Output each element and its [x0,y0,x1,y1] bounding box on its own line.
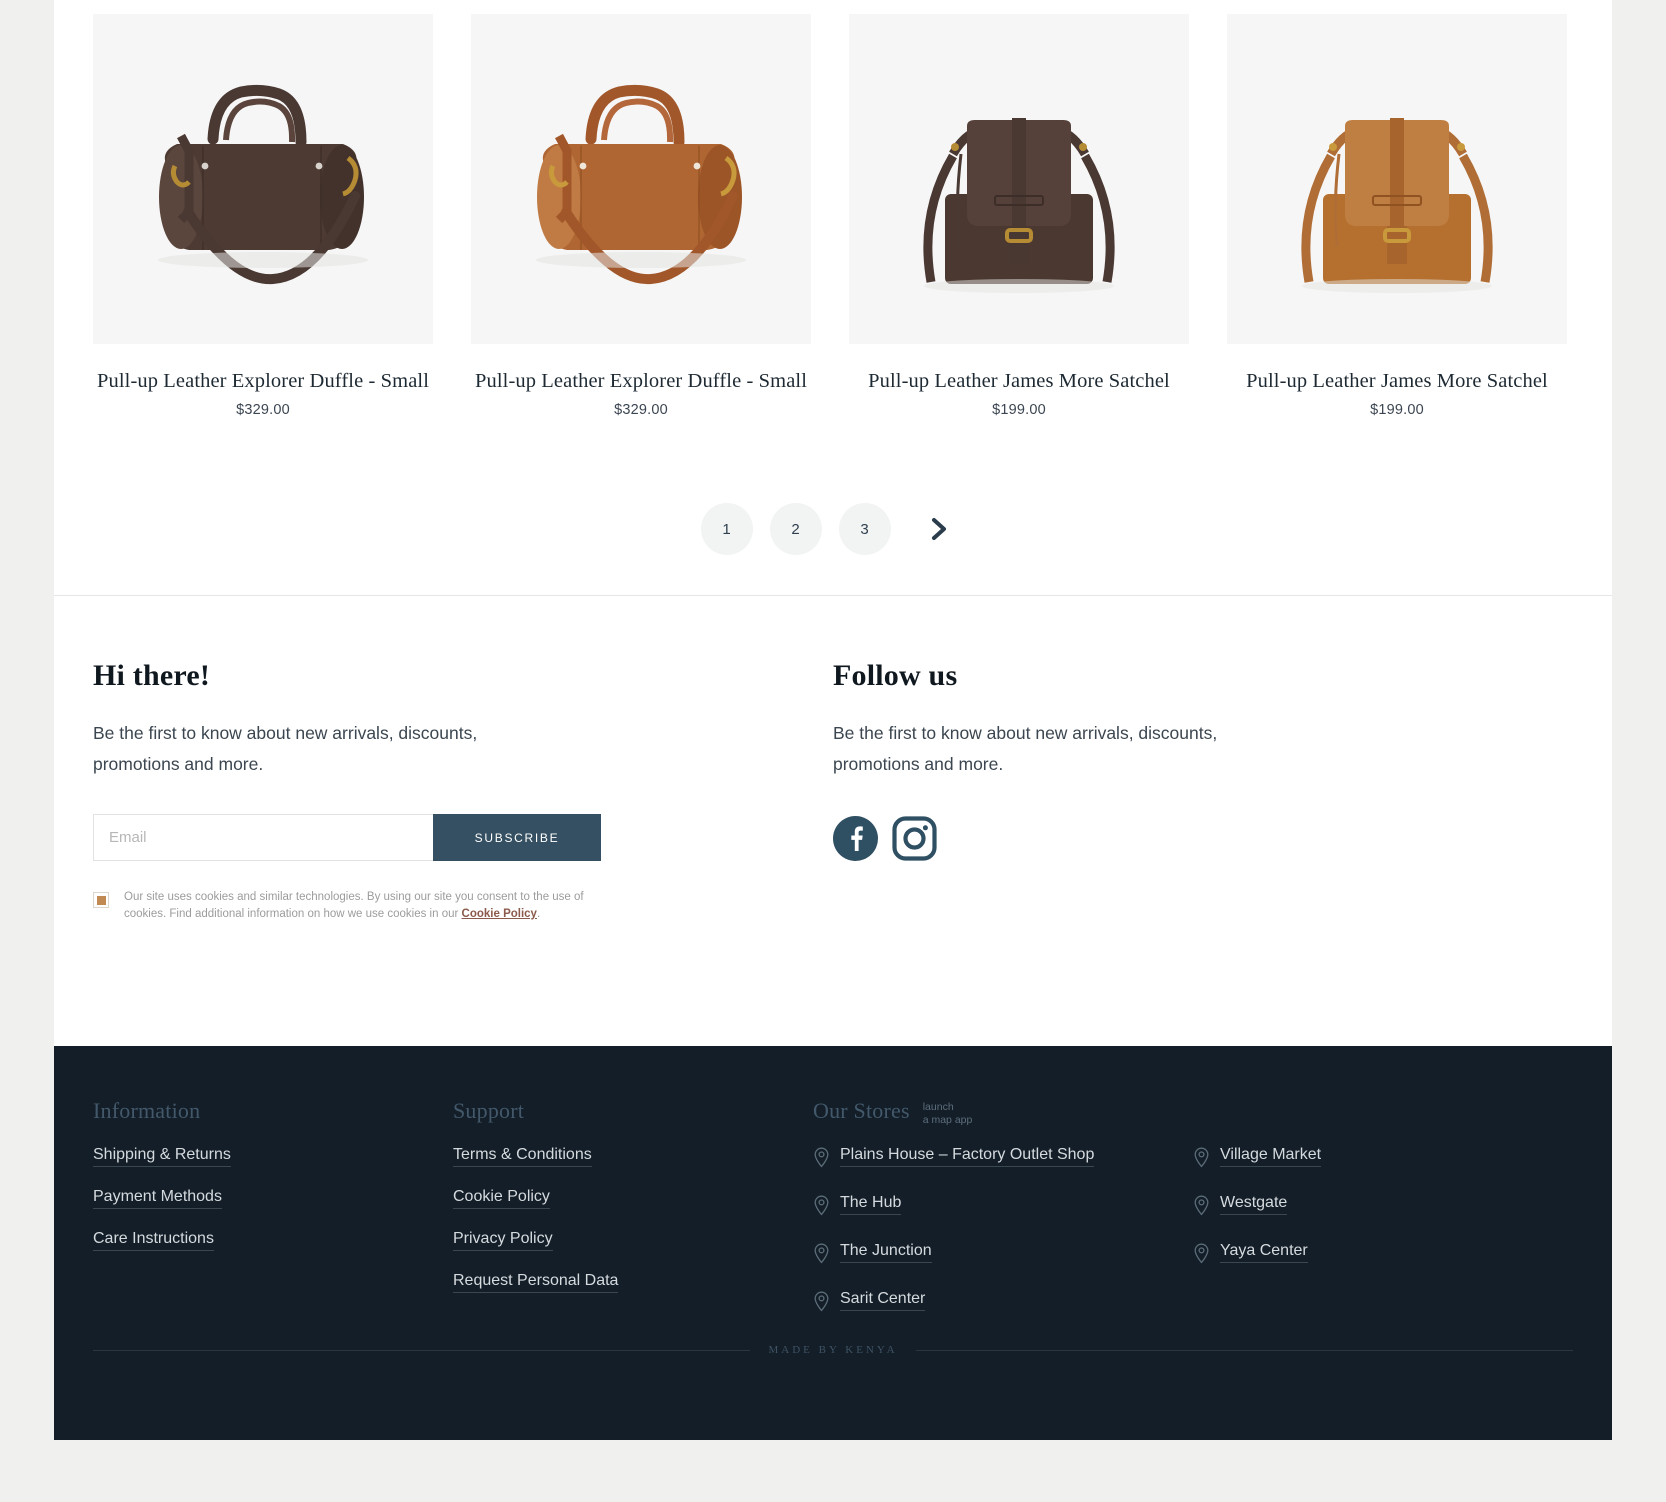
store-name[interactable]: The Hub [840,1194,902,1215]
footer-information-column: Information Shipping & Returns Payment M… [93,1098,453,1338]
product-price: $329.00 [614,402,668,418]
store-item[interactable]: Yaya Center [1193,1242,1573,1269]
newsletter-signup-column: Hi there! Be the first to know about new… [93,659,833,923]
store-item[interactable]: The Hub [813,1194,1193,1221]
product-price: $199.00 [1370,402,1424,418]
store-item[interactable]: Village Market [1193,1146,1573,1173]
store-name[interactable]: Plains House – Factory Outlet Shop [840,1146,1095,1167]
footer-stores-right: Village Market Westgate Yaya Center [1193,1146,1573,1338]
pagination-page-3[interactable]: 3 [838,503,891,555]
page-content: Pull-up Leather Explorer Duffle - Small … [54,0,1612,1440]
product-image-satchel-dark-brown[interactable] [849,14,1189,344]
product-card[interactable]: Pull-up Leather James More Satchel $199.… [849,14,1189,418]
site-footer: Information Shipping & Returns Payment M… [54,1046,1612,1440]
product-title[interactable]: Pull-up Leather Explorer Duffle - Small [93,368,433,395]
product-title[interactable]: Pull-up Leather James More Satchel [849,368,1189,395]
footer-maps-note: launch a map app [923,1101,973,1127]
cookie-consent-row: Our site uses cookies and similar techno… [93,889,593,923]
pagination-page-1[interactable]: 1 [700,503,753,555]
newsletter-heading: Hi there! [93,659,211,692]
store-item[interactable]: Westgate [1193,1194,1573,1221]
footer-support-heading: Support [453,1098,525,1123]
footer-stores-grid: Plains House – Factory Outlet Shop The H… [813,1146,1573,1338]
store-item[interactable]: The Junction [813,1242,1193,1269]
email-input[interactable] [93,814,433,861]
pagination: 1 2 3 [54,503,1612,595]
footer-stores-column: Our Stores launch a map app Plains House… [813,1098,1573,1338]
product-price: $199.00 [992,402,1046,418]
instagram-icon[interactable] [892,816,937,866]
made-by-divider-left [93,1349,751,1351]
pagination-page-2[interactable]: 2 [769,503,822,555]
map-pin-icon [813,1291,830,1317]
footer-link-terms-conditions[interactable]: Terms & Conditions [453,1146,592,1167]
newsletter-section: Hi there! Be the first to know about new… [54,596,1612,923]
social-links [833,816,1573,866]
product-card[interactable]: Pull-up Leather Explorer Duffle - Small … [93,14,433,418]
footer-link-privacy-policy[interactable]: Privacy Policy [453,1230,553,1251]
footer-stores-heading: Our Stores [813,1098,910,1123]
product-title[interactable]: Pull-up Leather Explorer Duffle - Small [471,368,811,395]
follow-us-description: Be the first to know about new arrivals,… [833,723,1218,774]
cookie-text-part2: . [536,908,541,920]
duffle-bag-illustration [536,84,746,285]
map-pin-icon [813,1243,830,1269]
map-pin-icon [1193,1243,1210,1269]
cookie-policy-link[interactable]: Cookie Policy [462,908,537,920]
maps-note-line1: launch [922,1101,954,1113]
footer-link-care-instructions[interactable]: Care Instructions [93,1230,214,1251]
footer-columns: Information Shipping & Returns Payment M… [54,1046,1612,1338]
map-pin-icon [1193,1147,1210,1173]
chevron-right-icon [931,518,946,540]
facebook-icon[interactable] [833,816,878,866]
satchel-bag-illustration [1301,118,1493,293]
map-pin-icon [813,1147,830,1173]
made-by-divider-right [915,1349,1574,1351]
product-grid: Pull-up Leather Explorer Duffle - Small … [54,0,1612,418]
newsletter-form: SUBSCRIBE [93,814,601,861]
subscribe-button[interactable]: SUBSCRIBE [433,814,601,861]
footer-information-heading: Information [93,1098,201,1123]
footer-support-column: Support Terms & Conditions Cookie Policy… [453,1098,813,1338]
follow-us-column: Follow us Be the first to know about new… [833,659,1573,923]
store-name[interactable]: Yaya Center [1220,1242,1308,1263]
product-image-duffle-dark-brown[interactable] [93,14,433,344]
footer-link-cookie-policy[interactable]: Cookie Policy [453,1188,550,1209]
store-name[interactable]: The Junction [840,1242,932,1263]
product-image-satchel-tan[interactable] [1227,14,1567,344]
made-by-row: MADE BY KENYA [93,1344,1574,1356]
footer-stores-header: Our Stores launch a map app [813,1098,1573,1146]
product-card[interactable]: Pull-up Leather James More Satchel $199.… [1227,14,1567,418]
product-price: $329.00 [236,402,290,418]
store-name[interactable]: Village Market [1220,1146,1322,1167]
footer-stores-left: Plains House – Factory Outlet Shop The H… [813,1146,1193,1338]
product-image-duffle-tan[interactable] [471,14,811,344]
store-item[interactable]: Sarit Center [813,1290,1193,1317]
newsletter-description: Be the first to know about new arrivals,… [93,723,478,774]
cookie-consent-text: Our site uses cookies and similar techno… [124,889,593,923]
made-by-text: MADE BY KENYA [768,1344,898,1356]
map-pin-icon [813,1195,830,1221]
pagination-next-button[interactable] [914,503,966,555]
product-title[interactable]: Pull-up Leather James More Satchel [1227,368,1567,395]
footer-link-payment-methods[interactable]: Payment Methods [93,1188,222,1209]
store-name[interactable]: Westgate [1220,1194,1288,1215]
footer-link-shipping-returns[interactable]: Shipping & Returns [93,1146,231,1167]
map-pin-icon [1193,1195,1210,1221]
store-item[interactable]: Plains House – Factory Outlet Shop [813,1146,1193,1173]
footer-link-request-personal-data[interactable]: Request Personal Data [453,1272,619,1293]
satchel-bag-illustration [923,118,1115,293]
cookie-consent-checkbox[interactable] [93,892,109,908]
product-card[interactable]: Pull-up Leather Explorer Duffle - Small … [471,14,811,418]
maps-note-line2: a map app [922,1114,973,1126]
duffle-bag-illustration [158,84,368,285]
store-name[interactable]: Sarit Center [840,1290,926,1311]
follow-us-heading: Follow us [833,659,958,692]
